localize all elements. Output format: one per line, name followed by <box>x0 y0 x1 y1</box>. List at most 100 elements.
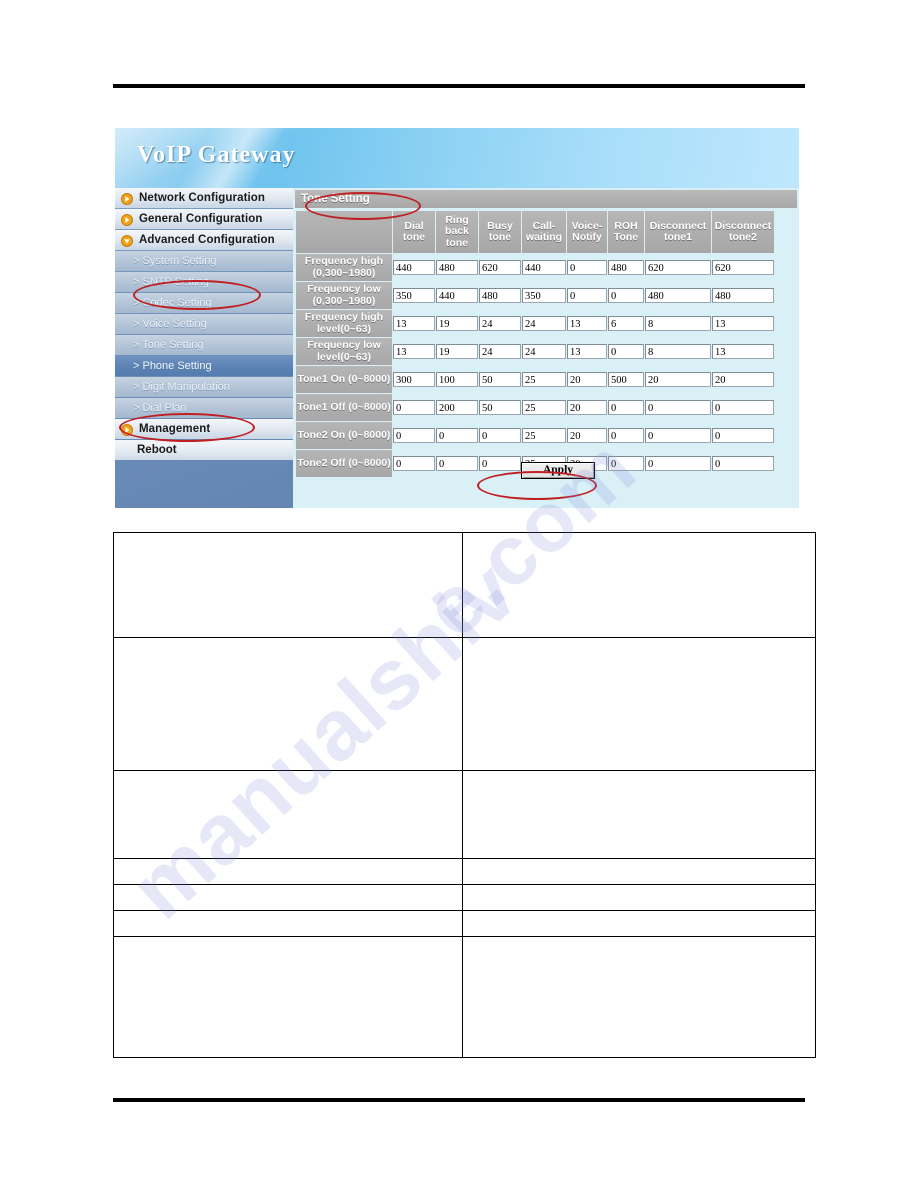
cell-freq-low-disconnect-tone2[interactable]: 480 <box>712 282 774 309</box>
cell-freq-high-level-disconnect-tone2[interactable]: 13 <box>712 310 774 337</box>
sidebar-item-digit-manipulation[interactable]: > Digit Manipulation <box>115 377 293 397</box>
cell-freq-low-roh-tone[interactable]: 0 <box>608 282 644 309</box>
input-value[interactable]: 13 <box>712 316 774 331</box>
input-value[interactable]: 0 <box>712 400 774 415</box>
cell-freq-high-roh-tone[interactable]: 480 <box>608 254 644 281</box>
sidebar-item-general-configuration[interactable]: General Configuration <box>115 209 293 229</box>
input-value[interactable]: 0 <box>608 288 644 303</box>
cell-freq-low-call-waiting[interactable]: 350 <box>522 282 566 309</box>
cell-tone1-off-voice-notify[interactable]: 20 <box>567 394 607 421</box>
input-value[interactable]: 0 <box>436 428 478 443</box>
input-value[interactable]: 0 <box>567 288 607 303</box>
cell-tone1-on-dial-tone[interactable]: 300 <box>393 366 435 393</box>
cell-freq-high-level-call-waiting[interactable]: 24 <box>522 310 566 337</box>
cell-tone1-on-roh-tone[interactable]: 500 <box>608 366 644 393</box>
cell-tone1-on-voice-notify[interactable]: 20 <box>567 366 607 393</box>
sidebar-item-system-setting[interactable]: > System Setting <box>115 251 293 271</box>
input-value[interactable]: 8 <box>645 344 711 359</box>
cell-freq-high-level-roh-tone[interactable]: 6 <box>608 310 644 337</box>
input-value[interactable]: 0 <box>393 400 435 415</box>
cell-tone2-on-dial-tone[interactable]: 0 <box>393 422 435 449</box>
input-value[interactable]: 100 <box>436 372 478 387</box>
input-value[interactable]: 440 <box>522 260 566 275</box>
input-value[interactable]: 480 <box>436 260 478 275</box>
cell-freq-high-level-disconnect-tone1[interactable]: 8 <box>645 310 711 337</box>
input-value[interactable]: 620 <box>645 260 711 275</box>
cell-tone2-on-ring-back-tone[interactable]: 0 <box>436 422 478 449</box>
cell-freq-high-dial-tone[interactable]: 440 <box>393 254 435 281</box>
input-value[interactable]: 620 <box>479 260 521 275</box>
cell-tone2-on-voice-notify[interactable]: 20 <box>567 422 607 449</box>
cell-freq-low-level-roh-tone[interactable]: 0 <box>608 338 644 365</box>
input-value[interactable]: 50 <box>479 372 521 387</box>
cell-freq-low-dial-tone[interactable]: 350 <box>393 282 435 309</box>
input-value[interactable]: 300 <box>393 372 435 387</box>
input-value[interactable]: 13 <box>393 316 435 331</box>
input-value[interactable]: 50 <box>479 400 521 415</box>
cell-freq-high-level-dial-tone[interactable]: 13 <box>393 310 435 337</box>
cell-freq-high-level-voice-notify[interactable]: 13 <box>567 310 607 337</box>
input-value[interactable]: 0 <box>645 400 711 415</box>
cell-freq-high-call-waiting[interactable]: 440 <box>522 254 566 281</box>
sidebar-item-sntp-setting[interactable]: > SNTP Setting <box>115 272 293 292</box>
cell-freq-low-busy-tone[interactable]: 480 <box>479 282 521 309</box>
cell-tone2-on-roh-tone[interactable]: 0 <box>608 422 644 449</box>
input-value[interactable]: 350 <box>393 288 435 303</box>
input-value[interactable]: 25 <box>522 428 566 443</box>
cell-freq-high-busy-tone[interactable]: 620 <box>479 254 521 281</box>
input-value[interactable]: 480 <box>479 288 521 303</box>
input-value[interactable]: 0 <box>393 428 435 443</box>
cell-freq-low-ring-back-tone[interactable]: 440 <box>436 282 478 309</box>
input-value[interactable]: 480 <box>712 288 774 303</box>
sidebar-item-reboot[interactable]: Reboot <box>115 440 293 460</box>
input-value[interactable]: 440 <box>393 260 435 275</box>
cell-freq-low-level-busy-tone[interactable]: 24 <box>479 338 521 365</box>
cell-freq-high-disconnect-tone1[interactable]: 620 <box>645 254 711 281</box>
input-value[interactable]: 13 <box>567 344 607 359</box>
sidebar-item-dial-plan[interactable]: > Dial Plan <box>115 398 293 418</box>
input-value[interactable]: 6 <box>608 316 644 331</box>
input-value[interactable]: 19 <box>436 344 478 359</box>
cell-freq-low-level-disconnect-tone1[interactable]: 8 <box>645 338 711 365</box>
input-value[interactable]: 20 <box>567 428 607 443</box>
cell-tone1-off-disconnect-tone1[interactable]: 0 <box>645 394 711 421</box>
input-value[interactable]: 480 <box>645 288 711 303</box>
cell-tone1-on-disconnect-tone1[interactable]: 20 <box>645 366 711 393</box>
cell-freq-low-level-dial-tone[interactable]: 13 <box>393 338 435 365</box>
input-value[interactable]: 8 <box>645 316 711 331</box>
cell-freq-high-level-busy-tone[interactable]: 24 <box>479 310 521 337</box>
cell-freq-high-disconnect-tone2[interactable]: 620 <box>712 254 774 281</box>
cell-tone1-off-dial-tone[interactable]: 0 <box>393 394 435 421</box>
cell-tone1-on-busy-tone[interactable]: 50 <box>479 366 521 393</box>
sidebar-item-phone-setting[interactable]: > Phone Setting <box>115 356 293 376</box>
sidebar-item-tone-setting[interactable]: > Tone Setting <box>115 335 293 355</box>
sidebar-item-management[interactable]: Management <box>115 419 293 439</box>
input-value[interactable]: 20 <box>567 400 607 415</box>
input-value[interactable]: 0 <box>608 344 644 359</box>
input-value[interactable]: 500 <box>608 372 644 387</box>
sidebar-item-network-configuration[interactable]: Network Configuration <box>115 188 293 208</box>
cell-freq-high-ring-back-tone[interactable]: 480 <box>436 254 478 281</box>
input-value[interactable]: 13 <box>567 316 607 331</box>
cell-tone2-on-busy-tone[interactable]: 0 <box>479 422 521 449</box>
cell-freq-low-voice-notify[interactable]: 0 <box>567 282 607 309</box>
input-value[interactable]: 20 <box>567 372 607 387</box>
input-value[interactable]: 19 <box>436 316 478 331</box>
cell-tone1-on-disconnect-tone2[interactable]: 20 <box>712 366 774 393</box>
sidebar-item-codec-setting[interactable]: > Codec Setting <box>115 293 293 313</box>
input-value[interactable]: 25 <box>522 400 566 415</box>
cell-tone1-off-disconnect-tone2[interactable]: 0 <box>712 394 774 421</box>
input-value[interactable]: 25 <box>522 372 566 387</box>
input-value[interactable]: 20 <box>712 372 774 387</box>
cell-freq-low-level-ring-back-tone[interactable]: 19 <box>436 338 478 365</box>
input-value[interactable]: 24 <box>479 316 521 331</box>
cell-freq-high-level-ring-back-tone[interactable]: 19 <box>436 310 478 337</box>
input-value[interactable]: 440 <box>436 288 478 303</box>
cell-freq-low-level-disconnect-tone2[interactable]: 13 <box>712 338 774 365</box>
sidebar-item-advanced-configuration[interactable]: Advanced Configuration <box>115 230 293 250</box>
cell-tone2-on-disconnect-tone2[interactable]: 0 <box>712 422 774 449</box>
input-value[interactable]: 24 <box>522 344 566 359</box>
cell-tone1-off-call-waiting[interactable]: 25 <box>522 394 566 421</box>
cell-tone1-on-ring-back-tone[interactable]: 100 <box>436 366 478 393</box>
input-value[interactable]: 0 <box>712 428 774 443</box>
